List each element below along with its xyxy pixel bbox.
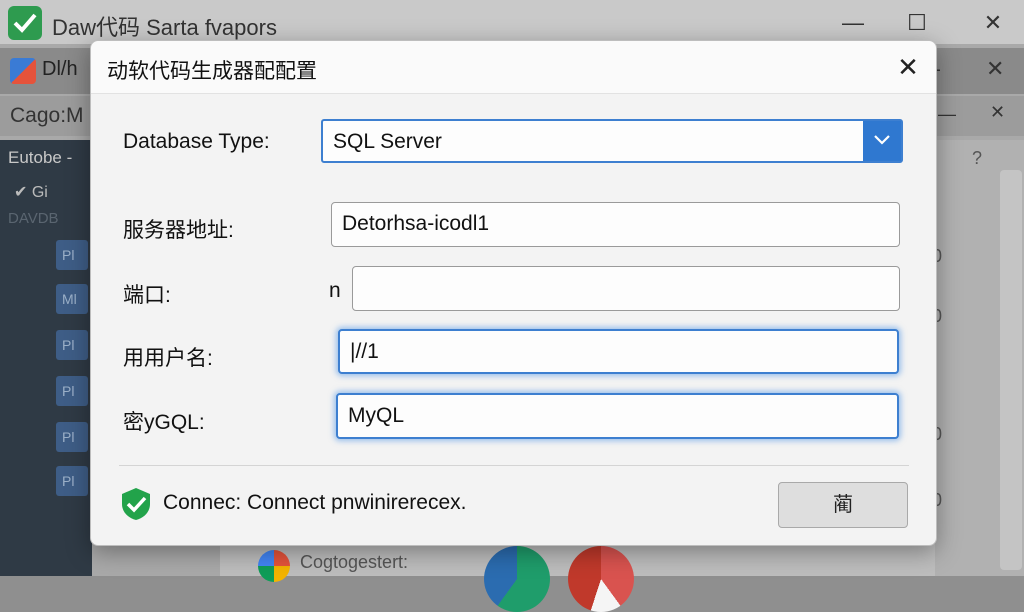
port-prefix: n	[329, 279, 341, 302]
ok-button[interactable]: 蔺	[778, 482, 908, 528]
dialog-close-button[interactable]: ✕	[888, 49, 928, 85]
port-label: 端口:	[123, 284, 171, 307]
username-input[interactable]: |//1	[338, 329, 899, 374]
db-type-label: Database Type:	[123, 130, 270, 153]
toolbar-minus-icon[interactable]: —	[938, 104, 956, 125]
sidebar-tree-node[interactable]: ✔ Gi	[14, 182, 48, 202]
bottom-logo-icon	[258, 550, 290, 582]
dialog-divider	[119, 465, 909, 466]
donut-chart-icon	[484, 546, 550, 612]
close-window-button[interactable]: ✕	[976, 8, 1010, 38]
app-check-icon	[8, 6, 42, 40]
password-input-value: MyQL	[348, 404, 405, 427]
inner-app-icon	[10, 58, 36, 84]
inner-close-button[interactable]: ✕	[986, 56, 1004, 82]
server-input[interactable]: Detorhsa-icodl1	[331, 202, 900, 247]
scrollbar[interactable]	[1000, 170, 1022, 570]
sidebar-tree-label: Gi	[31, 184, 48, 201]
toolbar-close-icon[interactable]: ✕	[990, 102, 1005, 123]
username-label: 用用户名:	[123, 347, 213, 370]
sidebar-item[interactable]: Pl	[56, 376, 88, 406]
chevron-down-icon[interactable]	[863, 121, 901, 161]
dialog-title: 动软代码生成器配配置	[107, 60, 317, 83]
sidebar-item[interactable]: Pl	[56, 422, 88, 452]
sidebar-ghost-label: DAVDB	[8, 210, 59, 227]
sidebar-header: Eutobe -	[8, 148, 73, 167]
background-window-title: Daw代码 Sarta fvapors	[52, 15, 277, 40]
right-pane-glyph: ?	[972, 148, 983, 168]
toolbar-label: Cago:M	[10, 104, 84, 127]
password-label: 密yGQL:	[123, 411, 205, 434]
config-dialog: 动软代码生成器配配置 ✕ Database Type: SQL Server 服…	[90, 40, 937, 546]
sidebar-item[interactable]: Pl	[56, 240, 88, 270]
sidebar-item[interactable]: Pl	[56, 330, 88, 360]
close-icon: ✕	[897, 52, 919, 82]
connection-status-text: Connec: Connect pnwinirerecex.	[163, 491, 467, 514]
bottom-label: Cogtogestert:	[300, 552, 409, 572]
username-input-value: |//1	[350, 340, 379, 363]
server-label: 服务器地址:	[123, 219, 234, 242]
maximize-button[interactable]: ☐	[900, 8, 934, 38]
db-type-select[interactable]: SQL Server	[321, 119, 903, 163]
minimize-button[interactable]: —	[836, 8, 870, 38]
password-input[interactable]: MyQL	[336, 393, 899, 439]
sidebar-item[interactable]: Ml	[56, 284, 88, 314]
server-input-value: Detorhsa-icodl1	[342, 212, 490, 235]
sidebar-item[interactable]: Pl	[56, 466, 88, 496]
inner-window-title: Dl/h	[42, 58, 78, 80]
port-input[interactable]	[352, 266, 900, 311]
db-type-value: SQL Server	[333, 130, 442, 153]
shield-check-icon	[119, 487, 153, 521]
pie-chart-icon	[568, 546, 634, 612]
dialog-titlebar: 动软代码生成器配配置 ✕	[91, 41, 936, 94]
